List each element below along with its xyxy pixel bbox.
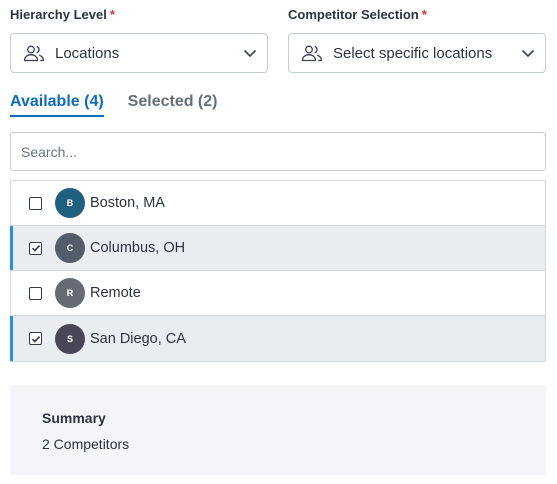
competitor-selection-label-text: Competitor Selection xyxy=(288,7,419,22)
summary-panel: Summary 2 Competitors xyxy=(10,385,546,475)
list-item-boston[interactable]: B Boston, MA xyxy=(11,181,545,226)
search-input[interactable] xyxy=(10,132,546,171)
avatar: R xyxy=(55,278,85,308)
summary-count: 2 Competitors xyxy=(42,436,130,452)
people-icon xyxy=(23,45,45,62)
required-asterisk: * xyxy=(109,7,115,22)
checkmark-icon xyxy=(31,245,40,252)
list-item-label: Columbus, OH xyxy=(90,240,186,256)
tab-available[interactable]: Available (4) xyxy=(10,93,104,117)
checkmark-icon xyxy=(31,335,40,343)
list-item-remote[interactable]: R Remote xyxy=(11,271,545,316)
location-list: B Boston, MA C Columbus, OH R Remote S S… xyxy=(10,180,546,362)
chevron-down-icon xyxy=(243,49,257,58)
competitor-selection-label: Competitor Selection * xyxy=(288,7,427,22)
competitor-selection-select[interactable]: Select specific locations xyxy=(288,33,546,73)
hierarchy-level-label: Hierarchy Level * xyxy=(10,7,115,22)
list-item-label: Remote xyxy=(90,285,141,301)
tab-selected[interactable]: Selected (2) xyxy=(128,93,218,117)
checkbox[interactable] xyxy=(29,241,42,255)
hierarchy-level-label-text: Hierarchy Level xyxy=(10,7,107,22)
avatar: C xyxy=(55,233,85,263)
list-item-columbus[interactable]: C Columbus, OH xyxy=(10,226,545,271)
avatar: B xyxy=(55,188,85,218)
competitor-selection-value: Select specific locations xyxy=(333,44,493,62)
hierarchy-level-value: Locations xyxy=(55,44,120,62)
list-item-label: Boston, MA xyxy=(90,195,165,211)
checkbox[interactable] xyxy=(29,196,42,210)
avatar: S xyxy=(55,323,85,354)
required-asterisk: * xyxy=(421,7,427,22)
tab-bar: Available (4) Selected (2) xyxy=(10,93,241,117)
checkbox[interactable] xyxy=(29,286,42,300)
chevron-down-icon xyxy=(521,49,535,58)
people-icon xyxy=(301,45,323,62)
summary-title: Summary xyxy=(42,410,106,426)
list-item-label: San Diego, CA xyxy=(90,330,186,347)
checkbox[interactable] xyxy=(29,332,42,345)
list-item-san-diego[interactable]: S San Diego, CA xyxy=(10,316,545,361)
hierarchy-level-select[interactable]: Locations xyxy=(10,33,268,73)
